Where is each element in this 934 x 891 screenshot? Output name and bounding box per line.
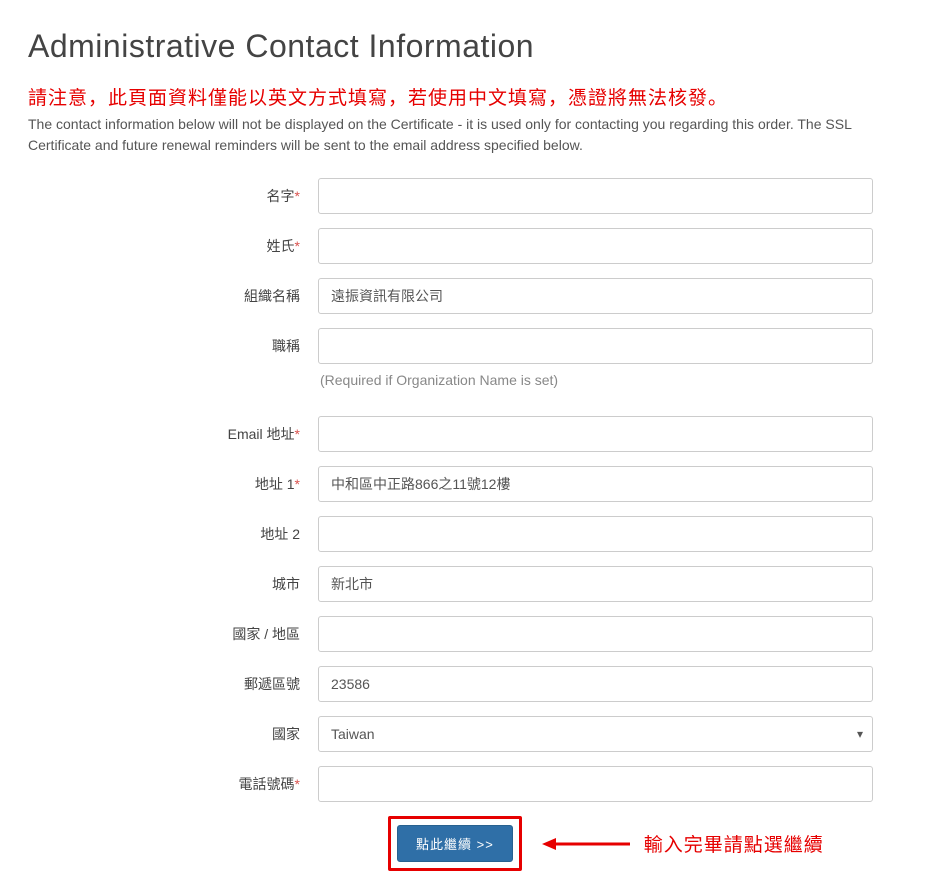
row-address2: 地址 2	[28, 516, 906, 552]
label-region: 國家 / 地區	[28, 624, 318, 644]
country-select[interactable]: Taiwan	[318, 716, 873, 752]
email-input[interactable]	[318, 416, 873, 452]
warning-text: 請注意，此頁面資料僅能以英文方式填寫，若使用中文填寫，憑證將無法核發。	[28, 83, 906, 110]
required-mark: *	[295, 476, 300, 492]
label-postal: 郵遞區號	[28, 674, 318, 694]
page-title: Administrative Contact Information	[28, 28, 906, 65]
arrow-left-icon	[542, 834, 632, 854]
label-last-name: 姓氏*	[28, 236, 318, 256]
row-postal: 郵遞區號	[28, 666, 906, 702]
city-input[interactable]	[318, 566, 873, 602]
row-city: 城市	[28, 566, 906, 602]
row-first-name: 名字*	[28, 178, 906, 214]
label-first-name: 名字*	[28, 186, 318, 206]
label-phone: 電話號碼*	[28, 774, 318, 794]
label-city: 城市	[28, 574, 318, 594]
label-country: 國家	[28, 724, 318, 744]
address1-input[interactable]	[318, 466, 873, 502]
required-mark: *	[295, 426, 300, 442]
required-mark: *	[295, 188, 300, 204]
label-text: 名字	[267, 188, 295, 204]
description-text: The contact information below will not b…	[28, 114, 906, 156]
row-org-name: 組織名稱	[28, 278, 906, 314]
hint-org-required: (Required if Organization Name is set)	[28, 372, 906, 388]
label-text: 電話號碼	[239, 776, 295, 792]
address2-input[interactable]	[318, 516, 873, 552]
label-email: Email 地址*	[28, 424, 318, 444]
continue-button[interactable]: 點此繼續 >>	[397, 825, 513, 862]
row-last-name: 姓氏*	[28, 228, 906, 264]
label-address2: 地址 2	[28, 524, 318, 544]
cta-text: 輸入完畢請點選繼續	[644, 830, 824, 857]
row-region: 國家 / 地區	[28, 616, 906, 652]
region-input[interactable]	[318, 616, 873, 652]
org-name-input[interactable]	[318, 278, 873, 314]
first-name-input[interactable]	[318, 178, 873, 214]
row-country: 國家 Taiwan	[28, 716, 906, 752]
phone-input[interactable]	[318, 766, 873, 802]
required-mark: *	[295, 238, 300, 254]
required-mark: *	[295, 776, 300, 792]
postal-input[interactable]	[318, 666, 873, 702]
submit-row: 點此繼續 >> 輸入完畢請點選繼續	[28, 816, 906, 871]
label-job-title: 職稱	[28, 336, 318, 356]
row-job-title: 職稱	[28, 328, 906, 364]
label-text: 姓氏	[267, 238, 295, 254]
label-text: 地址 1	[255, 476, 295, 492]
label-org-name: 組織名稱	[28, 286, 318, 306]
last-name-input[interactable]	[318, 228, 873, 264]
row-phone: 電話號碼*	[28, 766, 906, 802]
row-address1: 地址 1*	[28, 466, 906, 502]
submit-highlight-box: 點此繼續 >>	[388, 816, 522, 871]
label-text: Email 地址	[228, 426, 295, 442]
label-address1: 地址 1*	[28, 474, 318, 494]
job-title-input[interactable]	[318, 328, 873, 364]
row-email: Email 地址*	[28, 416, 906, 452]
